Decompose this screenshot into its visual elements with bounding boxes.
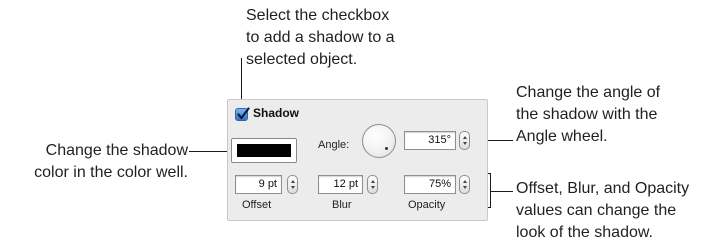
callout-values-line-3: look of the shadow. [516, 224, 653, 241]
callout-values-line-1: Offset, Blur, and Opacity [516, 180, 690, 197]
offset-stepper[interactable] [287, 175, 298, 194]
angle-stepper[interactable] [459, 131, 470, 150]
opacity-field[interactable]: 75% [404, 175, 456, 194]
shadow-label: Shadow [253, 106, 300, 120]
callout-values-line-2: values can change the [516, 202, 677, 219]
blur-label: Blur [332, 199, 352, 211]
callout-angle-line-1: Change the angle of [516, 84, 661, 101]
leader-line-color [189, 151, 229, 152]
angle-indicator [385, 147, 388, 150]
up-arrow-icon [463, 136, 467, 139]
down-arrow-icon [291, 186, 295, 189]
checkmark-icon [237, 107, 250, 120]
leader-line-values [490, 191, 513, 192]
blur-stepper[interactable] [367, 175, 378, 194]
down-arrow-icon [463, 186, 467, 189]
shadow-color-well[interactable] [231, 138, 297, 163]
blur-field[interactable]: 12 pt [318, 175, 363, 194]
angle-wheel[interactable] [362, 124, 396, 158]
callout-angle: Change the angle of the shadow with the … [516, 82, 714, 148]
up-arrow-icon [291, 180, 295, 183]
down-arrow-icon [371, 186, 375, 189]
callout-angle-line-3: Angle wheel. [516, 128, 608, 145]
opacity-label: Opacity [408, 199, 446, 211]
opacity-stepper[interactable] [459, 175, 470, 194]
up-arrow-icon [371, 180, 375, 183]
offset-field[interactable]: 9 pt [235, 175, 282, 194]
angle-field[interactable]: 315° [404, 131, 456, 150]
callout-checkbox-line-2: to add a shadow to a [246, 29, 395, 46]
callout-checkbox-line-3: selected object. [246, 51, 358, 68]
down-arrow-icon [463, 142, 467, 145]
angle-label: Angle: [318, 139, 350, 151]
callout-color-line-2: color in the color well. [34, 164, 188, 181]
color-swatch [237, 144, 291, 157]
callout-checkbox-line-1: Select the checkbox [246, 7, 390, 24]
callout-checkbox: Select the checkbox to add a shadow to a… [246, 5, 466, 71]
callout-color: Change the shadow color in the color wel… [2, 140, 188, 184]
callout-values: Offset, Blur, and Opacity values can cha… [516, 178, 714, 244]
offset-label: Offset [242, 199, 272, 211]
callout-color-line-1: Change the shadow [45, 142, 188, 159]
shadow-checkbox[interactable] [235, 107, 250, 121]
up-arrow-icon [463, 180, 467, 183]
callout-angle-line-2: the shadow with the [516, 106, 658, 123]
